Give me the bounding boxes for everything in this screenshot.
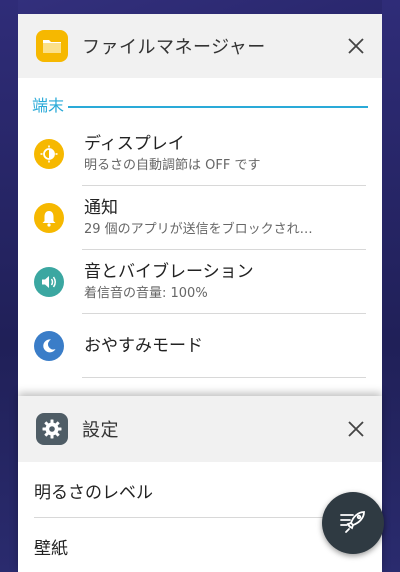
bell-icon [34,203,64,233]
section-underline [68,106,368,108]
gear-icon [36,413,68,445]
brightness-icon [34,139,64,169]
item-title: 通知 [84,198,118,218]
item-title: 明るさのレベル [34,482,153,503]
background-edge-left [0,0,18,572]
item-title: おやすみモード [84,336,203,356]
recent-app-card-settings[interactable]: 設定 明るさのレベル 壁紙 [18,396,382,572]
app-title: 設定 [82,420,119,441]
list-item-do-not-disturb[interactable]: おやすみモード [18,314,382,378]
card-header: ファイルマネージャー [18,14,382,78]
speaker-icon [34,267,64,297]
card-header: 設定 [18,396,382,462]
divider [82,377,366,378]
item-subtitle: 着信音の音量: 100% [84,286,208,301]
section-header: 端末 [18,86,382,122]
item-title: ディスプレイ [84,134,185,154]
list-item-notifications[interactable]: 通知 29 個のアプリが送信をブロックされ… [18,186,382,250]
item-subtitle: 29 個のアプリが送信をブロックされ… [84,222,313,237]
list-item-sound[interactable]: 音とバイブレーション 着信音の音量: 100% [18,250,382,314]
clear-all-button[interactable] [322,492,384,554]
recent-app-card-file-manager[interactable]: ファイルマネージャー 端末 ディスプレイ 明るさの自動調節は OFF です 通知… [18,14,382,414]
moon-icon [34,331,64,361]
app-title: ファイルマネージャー [82,37,266,58]
item-subtitle: 明るさの自動調節は OFF です [84,158,261,173]
folder-icon [36,30,68,62]
list-item-display[interactable]: ディスプレイ 明るさの自動調節は OFF です [18,122,382,186]
item-title: 音とバイブレーション [84,262,254,282]
section-label: 端末 [32,96,65,115]
clear-all-rocket-icon [340,511,365,533]
close-icon[interactable] [342,415,370,443]
background-edge-right [382,0,400,572]
item-title: 壁紙 [34,538,68,559]
close-icon[interactable] [342,32,370,60]
